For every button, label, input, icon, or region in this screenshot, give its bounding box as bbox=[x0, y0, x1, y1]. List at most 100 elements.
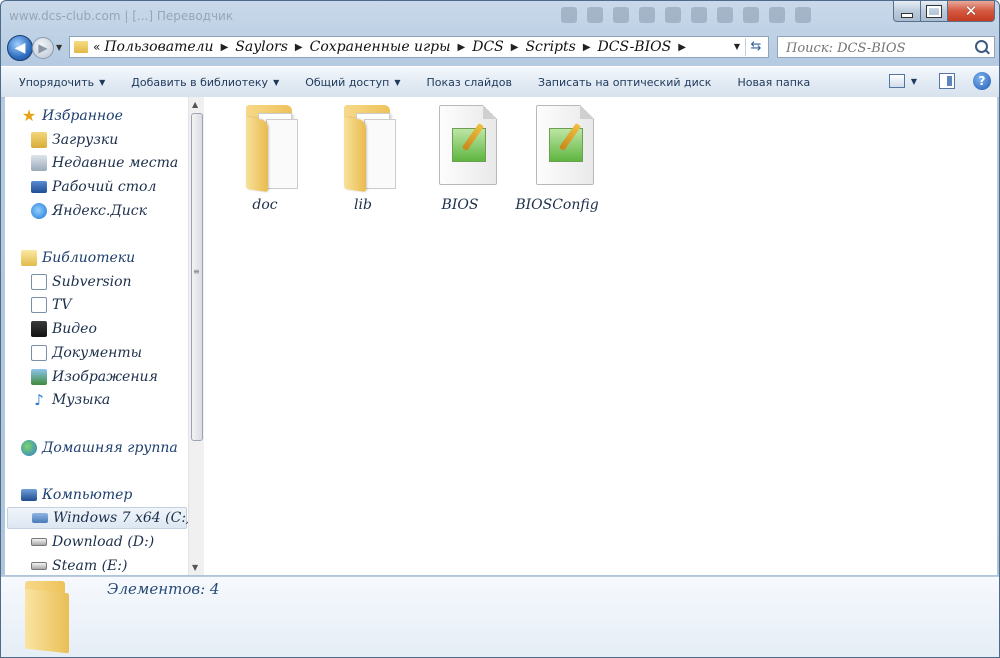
breadcrumb-chevron-icon[interactable]: ▶ bbox=[458, 42, 466, 53]
nav-item-pictures[interactable]: Изображения bbox=[31, 366, 158, 388]
organize-button[interactable]: Упорядочить ▼ bbox=[19, 76, 105, 89]
maximize-icon bbox=[926, 4, 942, 18]
scroll-down-icon[interactable]: ▼ bbox=[192, 563, 198, 572]
search-icon[interactable] bbox=[975, 40, 988, 53]
file-name: doc bbox=[252, 197, 278, 213]
ghost-icon bbox=[665, 7, 681, 23]
favorites-star-icon: ★ bbox=[21, 106, 37, 125]
file-item-biosconfig[interactable]: BIOSConfig bbox=[514, 103, 600, 213]
close-button[interactable]: ✕ bbox=[948, 1, 995, 22]
help-icon[interactable]: ? bbox=[973, 72, 991, 90]
music-icon: ♪ bbox=[34, 391, 44, 409]
windows-drive-icon bbox=[32, 513, 48, 523]
nav-item-yandex-disk[interactable]: Яндекс.Диск bbox=[31, 200, 147, 222]
new-folder-button[interactable]: Новая папка bbox=[737, 76, 810, 89]
breadcrumb-chevron-icon[interactable]: ▶ bbox=[221, 42, 229, 53]
nav-homegroup[interactable]: Домашняя группа bbox=[21, 437, 178, 459]
nav-item-label: Музыка bbox=[52, 392, 111, 408]
address-bar[interactable]: « Пользователи ▶ Saylors ▶ Сохраненные игры ▶… bbox=[69, 36, 769, 58]
file-item-lib[interactable]: lib bbox=[320, 103, 406, 213]
breadcrumb-chevron-icon[interactable]: ▶ bbox=[678, 42, 686, 53]
nav-item-subversion[interactable]: Subversion bbox=[31, 271, 132, 293]
scroll-up-icon[interactable]: ▲ bbox=[192, 100, 198, 109]
back-button[interactable]: ◀ bbox=[7, 35, 33, 61]
refresh-button[interactable]: ⇆ bbox=[745, 38, 766, 56]
script-file-icon bbox=[439, 105, 497, 185]
folder-paper bbox=[266, 119, 298, 189]
change-view-icon[interactable] bbox=[888, 74, 905, 88]
recent-pages-dropdown[interactable]: ▼ bbox=[56, 43, 62, 52]
breadcrumb-segment[interactable]: DCS bbox=[472, 39, 504, 55]
breadcrumb-segment[interactable]: Saylors bbox=[235, 39, 288, 55]
file-item-doc[interactable]: doc bbox=[222, 103, 308, 213]
nav-item-desktop[interactable]: Рабочий стол bbox=[31, 176, 156, 198]
overflow-chevron-icon[interactable]: « bbox=[93, 40, 100, 54]
drive-icon bbox=[31, 538, 47, 546]
breadcrumb-segment[interactable]: Сохраненные игры bbox=[310, 39, 451, 55]
nav-item-drive-c[interactable]: Windows 7 x64 (C:) bbox=[7, 507, 188, 529]
nav-item-drive-d[interactable]: Download (D:) bbox=[31, 531, 154, 553]
nav-item-video[interactable]: Видео bbox=[31, 318, 97, 340]
minimize-button[interactable] bbox=[893, 1, 921, 22]
maximize-button[interactable] bbox=[921, 1, 948, 22]
scrollbar-thumb[interactable] bbox=[191, 113, 203, 441]
ghost-icon bbox=[743, 7, 759, 23]
breadcrumb-segment[interactable]: DCS-BIOS bbox=[598, 39, 672, 55]
address-history-dropdown[interactable]: ▼ bbox=[734, 42, 740, 51]
ghost-icon bbox=[795, 7, 811, 23]
nav-computer[interactable]: Компьютер bbox=[21, 484, 132, 506]
nav-item-label: Рабочий стол bbox=[52, 179, 157, 195]
document-icon bbox=[31, 297, 47, 313]
nav-favorites[interactable]: ★ Избранное bbox=[21, 105, 123, 127]
file-item-bios[interactable]: BIOS bbox=[417, 103, 503, 213]
nav-item-recent-places[interactable]: Недавние места bbox=[31, 152, 178, 174]
refresh-icon: ⇆ bbox=[750, 39, 762, 54]
ghost-icon bbox=[691, 7, 707, 23]
navigation-tree: ★ Избранное Загрузки Недавние места Рабоч… bbox=[5, 97, 188, 575]
nav-item-label: Яндекс.Диск bbox=[52, 203, 147, 219]
burn-button[interactable]: Записать на оптический диск bbox=[538, 76, 711, 89]
folder-front bbox=[344, 117, 366, 193]
slideshow-button[interactable]: Показ слайдов bbox=[426, 76, 512, 89]
search-box[interactable] bbox=[777, 36, 995, 59]
forward-button[interactable]: ▶ bbox=[32, 37, 54, 59]
nav-scrollbar[interactable]: ▲ ≡ ▼ bbox=[188, 97, 204, 575]
folder-icon bbox=[74, 41, 88, 53]
nav-libraries-label: Библиотеки bbox=[42, 250, 136, 266]
ghost-icon bbox=[587, 7, 603, 23]
video-icon bbox=[31, 321, 47, 337]
slideshow-label: Показ слайдов bbox=[426, 75, 513, 89]
nav-item-drive-e[interactable]: Steam (E:) bbox=[31, 555, 127, 575]
breadcrumb-chevron-icon[interactable]: ▶ bbox=[295, 42, 303, 53]
file-list[interactable]: doc lib BIOS BIOSConfig bbox=[204, 97, 997, 575]
breadcrumb-chevron-icon[interactable]: ▶ bbox=[583, 42, 591, 53]
nav-item-label: Windows 7 x64 (C:) bbox=[53, 510, 188, 526]
file-name: BIOSConfig bbox=[515, 197, 599, 213]
nav-libraries[interactable]: Библиотеки bbox=[21, 247, 135, 269]
add-to-library-button[interactable]: Добавить в библиотеку ▼ bbox=[131, 76, 279, 89]
nav-item-label: Загрузки bbox=[52, 132, 119, 148]
window-title: www.dcs-club.com | [...] Переводчик bbox=[9, 9, 234, 23]
nav-homegroup-label: Домашняя группа bbox=[42, 440, 178, 456]
nav-favorites-label: Избранное bbox=[42, 108, 123, 124]
nav-item-label: Недавние места bbox=[52, 155, 179, 171]
share-button[interactable]: Общий доступ ▼ bbox=[305, 76, 400, 89]
view-options-dropdown[interactable]: ▼ bbox=[911, 77, 917, 86]
search-input[interactable] bbox=[784, 38, 968, 59]
title-bar[interactable]: www.dcs-club.com | [...] Переводчик ✕ bbox=[1, 1, 999, 31]
nav-item-tv[interactable]: TV bbox=[31, 294, 71, 316]
nav-item-documents[interactable]: Документы bbox=[31, 342, 142, 364]
breadcrumb-segment[interactable]: Scripts bbox=[525, 39, 575, 55]
ghost-icon bbox=[639, 7, 655, 23]
preview-pane-icon[interactable] bbox=[939, 73, 955, 89]
burn-label: Записать на оптический диск bbox=[538, 75, 712, 89]
back-arrow-icon: ◀ bbox=[14, 40, 26, 56]
add-to-library-label: Добавить в библиотеку bbox=[131, 75, 269, 89]
nav-item-downloads[interactable]: Загрузки bbox=[31, 129, 118, 151]
command-bar: Упорядочить ▼ Добавить в библиотеку ▼ Общи… bbox=[1, 66, 999, 98]
nav-item-music[interactable]: ♪ Музыка bbox=[31, 389, 110, 411]
breadcrumb-segment[interactable]: Пользователи bbox=[104, 39, 213, 55]
details-pane: Элементов: 4 bbox=[1, 576, 999, 657]
libraries-icon bbox=[21, 250, 37, 266]
breadcrumb-chevron-icon[interactable]: ▶ bbox=[511, 42, 519, 53]
